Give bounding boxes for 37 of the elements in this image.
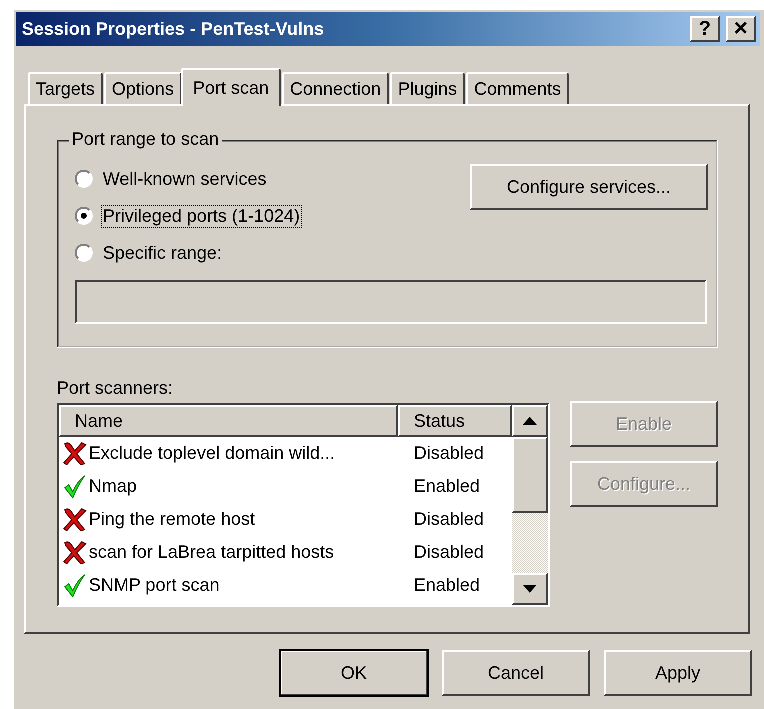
apply-button[interactable]: Apply: [604, 650, 752, 696]
scanner-status: Enabled: [413, 476, 480, 497]
scrollbar-thumb[interactable]: [512, 437, 548, 513]
tab[interactable]: Port scan: [181, 68, 282, 106]
window-title: Session Properties - PenTest-Vulns: [22, 18, 324, 40]
scanner-status: Disabled: [413, 443, 484, 464]
help-button[interactable]: ?: [690, 16, 720, 42]
scanner-name[interactable]: scan for LaBrea tarpitted hosts: [89, 542, 334, 563]
configure-services-button[interactable]: Configure services...: [470, 164, 708, 210]
scanner-status: Disabled: [413, 542, 484, 563]
up-arrow-icon: [523, 417, 537, 425]
scanner-name[interactable]: Nmap: [89, 476, 138, 497]
scanner-status: Disabled: [413, 509, 484, 530]
radio-label[interactable]: Well-known services: [101, 168, 269, 190]
scanner-name[interactable]: Exclude toplevel domain wild...: [89, 443, 336, 464]
scanner-name[interactable]: Ping the remote host: [89, 509, 256, 530]
radio-button[interactable]: [75, 244, 93, 262]
scroll-down-button[interactable]: [512, 573, 548, 605]
port-scanners-label: Port scanners:: [57, 378, 174, 399]
ok-button[interactable]: OK: [280, 650, 428, 696]
tab[interactable]: Plugins: [390, 72, 466, 104]
tab[interactable]: Connection: [282, 72, 390, 104]
tab[interactable]: Comments: [466, 72, 570, 104]
radio-button[interactable]: [75, 207, 93, 225]
column-header[interactable]: Name: [59, 405, 398, 437]
close-button[interactable]: ×: [726, 16, 756, 42]
radio-button[interactable]: [75, 170, 93, 188]
scrollbar[interactable]: [512, 405, 548, 605]
scanner-name[interactable]: SNMP port scan: [89, 575, 220, 596]
down-arrow-icon: [523, 585, 537, 593]
radio-label[interactable]: Specific range:: [101, 242, 224, 264]
cancel-button[interactable]: Cancel: [442, 650, 590, 696]
scanner-status: Enabled: [413, 575, 480, 596]
tab[interactable]: Targets: [28, 72, 104, 104]
scroll-up-button[interactable]: [512, 405, 548, 437]
column-header[interactable]: Status: [398, 405, 512, 437]
radio-label[interactable]: Privileged ports (1-1024): [101, 204, 302, 228]
